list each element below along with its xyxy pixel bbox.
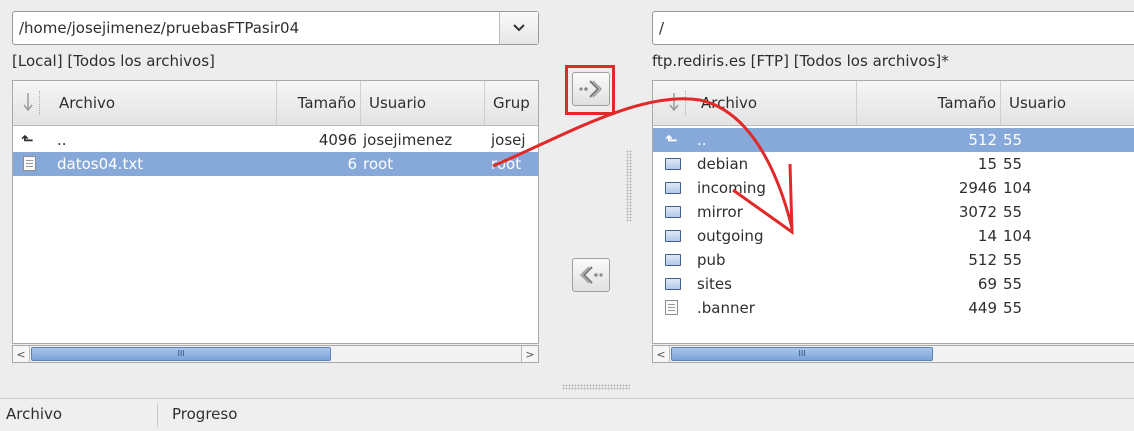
- status-col-separator: [157, 403, 158, 427]
- bottom-splitter-grip[interactable]: [562, 384, 630, 390]
- status-col-progreso: Progreso: [172, 405, 238, 423]
- annotation-arrow: [492, 97, 794, 235]
- status-bar: Archivo Progreso: [0, 398, 1134, 431]
- status-col-archivo: Archivo: [6, 405, 63, 423]
